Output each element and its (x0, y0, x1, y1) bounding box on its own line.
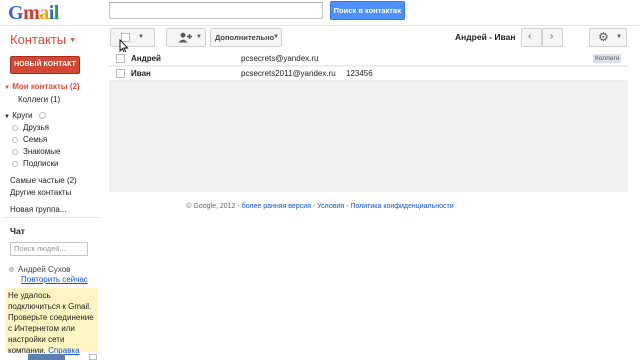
footer-separator: - (346, 203, 349, 210)
sidebar-item-label: Круги (12, 111, 33, 120)
contacts-search-input[interactable] (109, 2, 323, 19)
chat-search-input[interactable]: Поиск людей... (10, 242, 88, 256)
circle-icon (12, 136, 18, 143)
logo-letter: a (39, 2, 49, 24)
caret-down-icon: ▼ (69, 37, 77, 45)
footer-separator: - (312, 203, 316, 210)
terms-link[interactable]: Условия (317, 203, 344, 210)
chevron-left-icon: ‹ (528, 31, 532, 42)
sidebar-item-friends[interactable]: Друзья (12, 123, 49, 132)
contact-list: Андрей pcsecrets@yandex.ru Коллеги Иван … (109, 52, 628, 192)
circle-icon (12, 160, 18, 167)
sidebar-item-label: Знакомые (23, 147, 61, 156)
contact-name: Иван (131, 69, 151, 78)
chevron-down-icon: ▼ (616, 34, 622, 40)
select-checkbox-menu[interactable]: ▼ (110, 28, 155, 47)
sidebar-item-label: Мои контакты (2) (12, 82, 80, 91)
status-dot-icon (9, 267, 14, 273)
circle-icon (12, 124, 18, 131)
chevron-right-icon: › (550, 31, 554, 42)
sidebar-divider (4, 217, 99, 218)
circle-icon (12, 148, 18, 155)
gmail-logo[interactable]: Gmail (8, 2, 59, 25)
top-bar: Gmail Поиск в контактах (0, 0, 640, 24)
older-version-link[interactable]: более ранняя версия (242, 203, 311, 210)
new-contact-button[interactable]: НОВЫЙ КОНТАКТ (10, 56, 80, 74)
chat-user[interactable]: Андрей Сухов (9, 265, 70, 274)
sidebar-item-label: Друзья (23, 123, 49, 132)
contact-range-label: Андрей - Иван (455, 32, 516, 42)
chat-status-button[interactable] (28, 354, 65, 360)
sidebar-item-frequent[interactable]: Самые частые (2) (10, 176, 77, 185)
app-title: Контакты (10, 32, 67, 47)
sidebar-item-other-contacts[interactable]: Другие контакты (10, 188, 71, 197)
row-checkbox[interactable] (116, 54, 125, 63)
sidebar-item-label: Подписки (23, 159, 59, 168)
sidebar-item-acquaintances[interactable]: Знакомые (12, 147, 60, 156)
group-label-badge[interactable]: Коллеги (593, 54, 622, 63)
contact-name: Андрей (131, 54, 161, 63)
chat-title: Чат (10, 226, 25, 236)
more-actions-button[interactable]: Дополнительно ▼ (210, 28, 282, 47)
logo-letter: m (23, 2, 40, 24)
contact-phone: 123456 (346, 69, 373, 78)
next-button[interactable]: › (542, 28, 563, 47)
chat-options-button[interactable] (89, 354, 97, 360)
add-to-circles-button[interactable]: ▼ (166, 28, 206, 47)
previous-button[interactable]: ‹ (521, 28, 542, 47)
settings-button[interactable]: ⚙ ▼ (589, 28, 627, 47)
connection-warning: Не удалось подключиться к Gmail. Проверь… (5, 288, 98, 355)
logo-letter: l (53, 2, 60, 24)
app-title-menu[interactable]: Контакты ▼ (10, 32, 76, 47)
sidebar-item-following[interactable]: Подписки (12, 159, 58, 168)
sidebar-item-my-contacts[interactable]: ▼ Мои контакты (2) (4, 82, 80, 91)
caret-down-icon: ▼ (4, 114, 10, 120)
contact-email: pcsecrets@yandex.ru (241, 54, 319, 63)
caret-down-icon: ▼ (4, 85, 10, 91)
info-icon[interactable] (38, 112, 46, 120)
row-checkbox[interactable] (116, 69, 125, 78)
logo-letter: G (8, 2, 24, 24)
sidebar-item-colleagues[interactable]: Коллеги (1) (18, 95, 60, 104)
gear-icon: ⚙ (598, 30, 609, 44)
contact-row[interactable]: Андрей pcsecrets@yandex.ru Коллеги (109, 52, 628, 66)
privacy-link[interactable]: Политика конфиденциальности (350, 203, 453, 210)
retry-now-link[interactable]: Повторить сейчас (21, 275, 88, 284)
sidebar-item-label: Семья (23, 135, 48, 144)
chevron-down-icon: ▼ (138, 34, 144, 40)
copyright-text: © Google, 2012 - (186, 203, 240, 210)
header-divider (0, 25, 640, 26)
contact-row[interactable]: Иван pcsecrets2011@yandex.ru 123456 (109, 67, 628, 81)
chat-user-name: Андрей Сухов (18, 265, 71, 274)
contact-email: pcsecrets2011@yandex.ru (241, 69, 336, 78)
page-footer: © Google, 2012 - более ранняя версия - У… (0, 203, 640, 210)
sidebar-item-family[interactable]: Семья (12, 135, 47, 144)
chevron-down-icon: ▼ (196, 34, 202, 40)
chevron-down-icon: ▼ (273, 34, 279, 40)
add-person-icon (178, 32, 192, 43)
sidebar-item-circles[interactable]: ▼ Круги (4, 111, 51, 120)
more-actions-label: Дополнительно (215, 33, 275, 42)
search-contacts-button[interactable]: Поиск в контактах (330, 1, 405, 20)
